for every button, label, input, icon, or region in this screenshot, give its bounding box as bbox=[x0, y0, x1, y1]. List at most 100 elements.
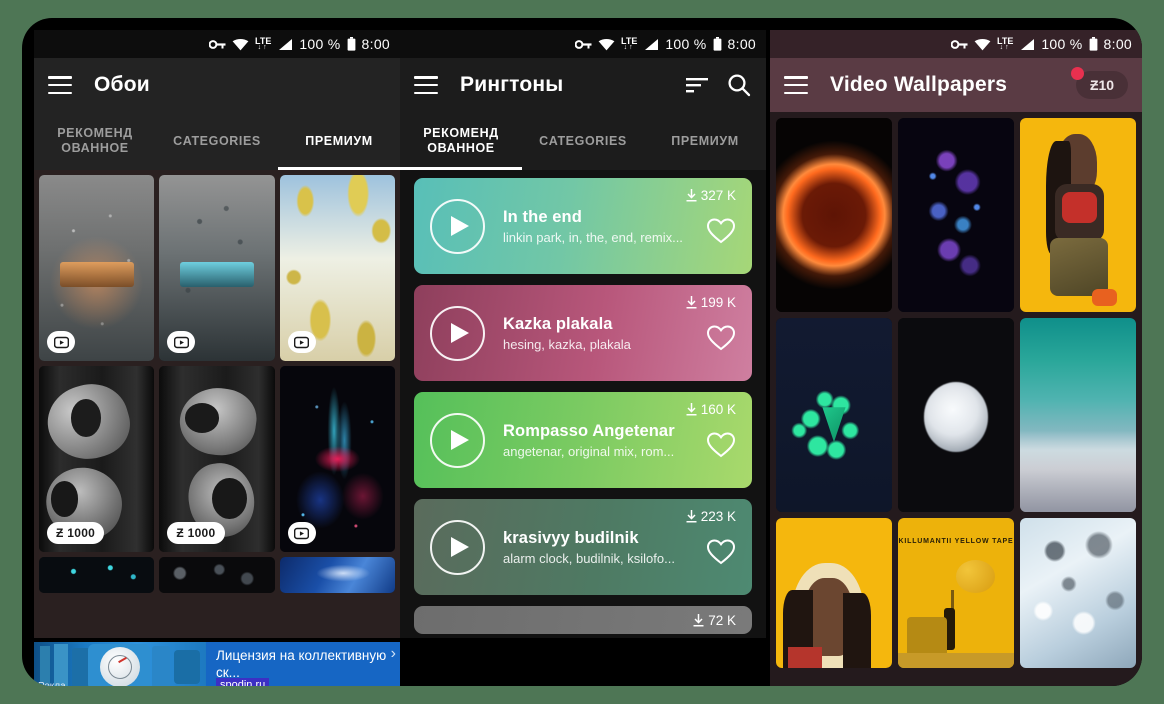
play-icon bbox=[294, 336, 310, 348]
key-vpn-icon bbox=[575, 38, 592, 51]
play-icon bbox=[450, 323, 469, 343]
video-wallpaper-grid: KILLUMANTII YELLOW TAPE bbox=[770, 112, 1142, 674]
download-count: 327 K bbox=[686, 188, 736, 203]
wallpaper-tile[interactable] bbox=[279, 557, 395, 593]
status-bar: LTE ↓↑ 100 % 8:00 bbox=[34, 30, 400, 58]
search-icon[interactable] bbox=[726, 72, 752, 98]
tabs-ringtones: РЕКОМЕНД ОВАННОЕ CATEGORIES ПРЕМИУМ bbox=[400, 112, 766, 170]
video-play-badge[interactable] bbox=[287, 522, 316, 544]
wallpaper-tile[interactable] bbox=[279, 366, 395, 552]
video-wallpaper-tile[interactable] bbox=[898, 118, 1014, 312]
video-wallpaper-tile[interactable] bbox=[1020, 318, 1136, 512]
video-wallpaper-tile[interactable] bbox=[1020, 518, 1136, 668]
ad-content: Лицензия на коллективную ск... spodin.ru… bbox=[206, 642, 400, 686]
video-play-badge[interactable] bbox=[47, 331, 75, 353]
wallpaper-tile[interactable]: Ƶ 1000 bbox=[39, 366, 155, 552]
battery-percent: 100 % bbox=[299, 36, 341, 52]
play-icon bbox=[53, 336, 69, 348]
battery-icon bbox=[347, 37, 356, 51]
wifi-icon bbox=[974, 38, 991, 51]
tab-recommended[interactable]: РЕКОМЕНД ОВАННОЕ bbox=[34, 112, 156, 170]
tab-categories[interactable]: CATEGORIES bbox=[522, 112, 644, 170]
ringtone-title: In the end bbox=[503, 207, 582, 226]
battery-icon bbox=[713, 37, 722, 51]
ringtone-card[interactable]: 72 K bbox=[414, 606, 752, 634]
favorite-icon[interactable] bbox=[706, 430, 736, 460]
battery-percent: 100 % bbox=[1041, 36, 1083, 52]
ringtone-list: In the end linkin park, in, the, end, re… bbox=[400, 170, 766, 634]
play-button[interactable] bbox=[430, 519, 485, 575]
download-count: 199 K bbox=[686, 295, 736, 310]
download-icon bbox=[686, 510, 697, 523]
video-wallpaper-tile[interactable]: KILLUMANTII YELLOW TAPE bbox=[898, 518, 1014, 668]
tab-categories[interactable]: CATEGORIES bbox=[156, 112, 278, 170]
video-wallpaper-tile[interactable] bbox=[1020, 118, 1136, 312]
download-count: 72 K bbox=[693, 613, 736, 628]
play-button[interactable] bbox=[430, 198, 485, 254]
tab-recommended[interactable]: РЕКОМЕНД ОВАННОЕ bbox=[400, 112, 522, 170]
ringtone-tags: linkin park, in, the, end, remix... bbox=[503, 229, 683, 245]
wallpaper-grid: Ƶ 1000 Ƶ 1000 bbox=[34, 170, 400, 593]
ad-image: Рекла... bbox=[34, 642, 206, 686]
tab-indicator bbox=[400, 167, 523, 170]
ringtone-card[interactable]: Kazka plakala hesing, kazka, plakala 199… bbox=[414, 285, 752, 381]
ringtone-card[interactable]: Rompasso Angetenar angetenar, original m… bbox=[414, 392, 752, 488]
ringtone-tags: angetenar, original mix, rom... bbox=[503, 443, 675, 459]
status-bar: LTE ↓↑ 100 % 8:00 bbox=[770, 30, 1142, 58]
battery-icon bbox=[1089, 37, 1098, 51]
ringtone-card[interactable]: krasivyy budilnik alarm clock, budilnik,… bbox=[414, 499, 752, 595]
favorite-icon[interactable] bbox=[706, 537, 736, 567]
lte-icon: LTE ↓↑ bbox=[255, 36, 272, 52]
price-badge[interactable]: Ƶ 1000 bbox=[47, 522, 105, 544]
panel-video-wallpapers: LTE ↓↑ 100 % 8:00 Video Wallpapers Ƶ10 K… bbox=[770, 30, 1142, 686]
wallpaper-tile[interactable] bbox=[159, 175, 275, 361]
ad-banner[interactable]: Рекла... Лицензия на коллективную ск... … bbox=[34, 642, 400, 686]
download-count: 160 K bbox=[686, 402, 736, 417]
notification-dot bbox=[1071, 67, 1084, 80]
video-play-badge[interactable] bbox=[287, 331, 316, 353]
device-frame: LTE ↓↑ 100 % 8:00 Обои РЕКОМЕНД ОВАННОЕ C… bbox=[22, 18, 1142, 686]
wallpaper-tile[interactable] bbox=[159, 557, 275, 593]
app-bar-wallpapers: Обои bbox=[34, 58, 400, 112]
clock: 8:00 bbox=[727, 36, 756, 52]
lte-icon: LTE ↓↑ bbox=[621, 36, 638, 52]
tab-indicator bbox=[277, 167, 400, 170]
hamburger-icon[interactable] bbox=[784, 76, 808, 94]
wallpaper-tile[interactable] bbox=[39, 557, 155, 593]
key-vpn-icon bbox=[951, 38, 968, 51]
video-wallpaper-tile[interactable] bbox=[776, 118, 892, 312]
battery-percent: 100 % bbox=[665, 36, 707, 52]
key-vpn-icon bbox=[209, 38, 226, 51]
wifi-icon bbox=[232, 38, 249, 51]
page-title: Обои bbox=[94, 73, 150, 96]
play-icon bbox=[173, 336, 189, 348]
video-wallpaper-tile[interactable] bbox=[776, 518, 892, 668]
wallpaper-tile[interactable] bbox=[279, 175, 395, 361]
clock: 8:00 bbox=[361, 36, 390, 52]
tab-premium[interactable]: ПРЕМИУМ bbox=[278, 112, 400, 170]
video-wallpaper-tile[interactable] bbox=[776, 318, 892, 512]
ringtone-card[interactable]: In the end linkin park, in, the, end, re… bbox=[414, 178, 752, 274]
hamburger-icon[interactable] bbox=[48, 76, 72, 94]
play-button[interactable] bbox=[430, 412, 485, 468]
clock: 8:00 bbox=[1103, 36, 1132, 52]
video-wallpaper-tile[interactable] bbox=[898, 318, 1014, 512]
ad-url: spodin.ru bbox=[216, 678, 270, 686]
favorite-icon[interactable] bbox=[706, 216, 736, 246]
price-badge[interactable]: Ƶ 1000 bbox=[167, 522, 225, 544]
video-play-badge[interactable] bbox=[167, 331, 196, 353]
wallpaper-tile[interactable]: Ƶ 1000 bbox=[159, 366, 275, 552]
play-button[interactable] bbox=[430, 305, 485, 361]
wallpaper-tile[interactable] bbox=[39, 175, 155, 361]
sort-icon[interactable] bbox=[684, 72, 710, 98]
signal-icon bbox=[1019, 38, 1035, 51]
favorite-icon[interactable] bbox=[706, 323, 736, 353]
play-icon bbox=[294, 527, 310, 539]
screenshot-root: LTE ↓↑ 100 % 8:00 Обои РЕКОМЕНД ОВАННОЕ C… bbox=[0, 0, 1164, 704]
chevron-right-icon[interactable]: › bbox=[391, 645, 396, 663]
album-title-text: KILLUMANTII YELLOW TAPE bbox=[898, 537, 1014, 545]
hamburger-icon[interactable] bbox=[414, 76, 438, 94]
coin-balance-badge[interactable]: Ƶ10 bbox=[1071, 67, 1128, 99]
tab-premium[interactable]: ПРЕМИУМ bbox=[644, 112, 766, 170]
download-icon bbox=[686, 189, 697, 202]
